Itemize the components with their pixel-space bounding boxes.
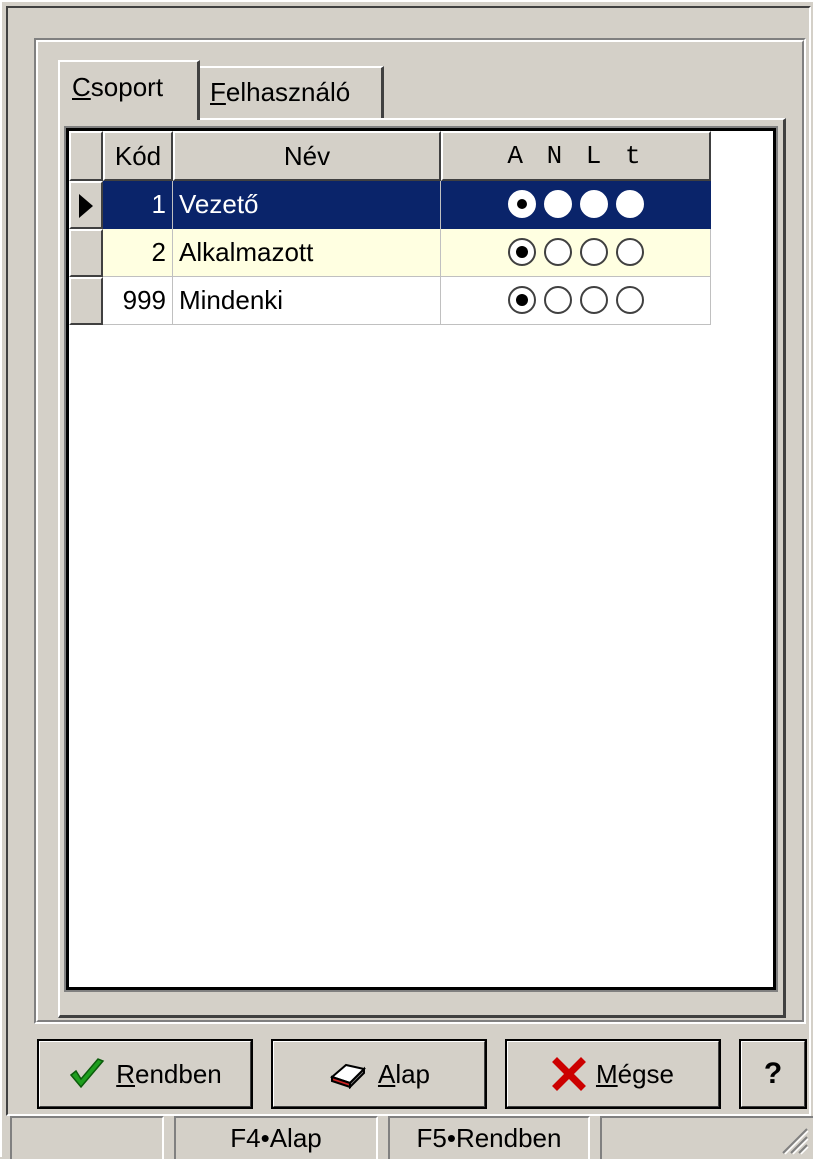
tab-csoport[interactable]: Csoport [58, 60, 200, 120]
cell-nev[interactable]: Alkalmazott [173, 229, 441, 277]
cell-kod[interactable]: 999 [103, 277, 173, 325]
radio-n-icon[interactable] [543, 238, 572, 266]
group-grid[interactable]: Kód Név A N L t 1 Vezető 2 Alkalmazott 9… [64, 126, 778, 992]
radio-l-icon[interactable] [579, 286, 608, 314]
tab-csoport-mnemonic: C [72, 72, 91, 102]
help-button[interactable]: ? [739, 1039, 807, 1109]
rendben-label: Rendben [116, 1058, 222, 1089]
tab-felhasznalo-label: elhasználó [225, 77, 351, 107]
status-panel-empty [10, 1116, 164, 1159]
row-indicator[interactable] [69, 229, 103, 277]
radio-a-icon[interactable] [507, 286, 536, 314]
cell-rights[interactable] [441, 229, 711, 277]
status-panel-f5: F5•Rendben [388, 1116, 590, 1159]
radio-n-icon[interactable] [543, 286, 572, 314]
cell-nev[interactable]: Mindenki [173, 277, 441, 325]
eraser-icon [329, 1063, 366, 1089]
cell-rights[interactable] [441, 277, 711, 325]
column-header-rights[interactable]: A N L t [441, 131, 711, 181]
checkmark-icon [70, 1058, 105, 1089]
column-header-nev[interactable]: Név [173, 131, 441, 181]
radio-n-icon[interactable] [544, 190, 572, 218]
tab-csoport-label: soport [90, 72, 164, 102]
alap-label: Alap [377, 1058, 431, 1089]
current-row-arrow-icon [79, 194, 93, 218]
row-indicator[interactable] [69, 181, 103, 229]
grid-corner [69, 131, 103, 181]
cell-kod[interactable]: 1 [103, 181, 173, 229]
megse-button[interactable]: Mégse [505, 1039, 721, 1109]
radio-l-icon[interactable] [580, 190, 608, 218]
dialog-window: Csoport Felhasználó Kód Név A N L t 1 Ve… [0, 0, 813, 1159]
radio-a-icon[interactable] [508, 190, 536, 218]
row-indicator[interactable] [69, 277, 103, 325]
cell-nev[interactable]: Vezető [173, 181, 441, 229]
rendben-button[interactable]: Rendben [37, 1039, 253, 1109]
cell-rights[interactable] [441, 181, 711, 229]
radio-l-icon[interactable] [579, 238, 608, 266]
radio-a-icon[interactable] [507, 238, 536, 266]
status-panel-f4: F4•Alap [174, 1116, 378, 1159]
megse-label: Mégse [595, 1058, 675, 1089]
radio-t-icon[interactable] [616, 190, 644, 218]
tab-felhasznalo-mnemonic: F [210, 77, 226, 107]
x-icon [552, 1057, 586, 1091]
tab-felhasznalo[interactable]: Felhasználó [196, 66, 384, 118]
size-grip-icon[interactable] [775, 1121, 809, 1155]
cell-kod[interactable]: 2 [103, 229, 173, 277]
alap-button[interactable]: Alap [271, 1039, 487, 1109]
radio-t-icon[interactable] [615, 238, 644, 266]
radio-t-icon[interactable] [615, 286, 644, 314]
column-header-kod[interactable]: Kód [103, 131, 173, 181]
